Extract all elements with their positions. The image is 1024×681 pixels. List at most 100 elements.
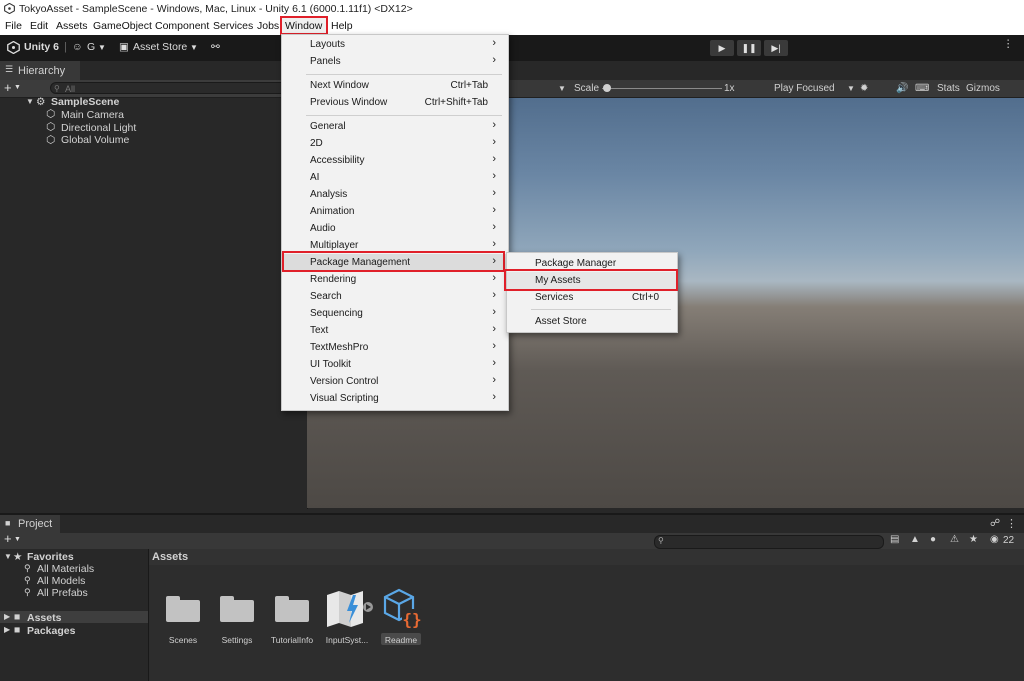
menu-item-ai[interactable]: AI › <box>282 169 508 186</box>
add-icon[interactable]: + <box>4 531 12 546</box>
folder-icon[interactable] <box>275 596 309 622</box>
expand-arrow-icon[interactable]: ▼ <box>4 552 12 561</box>
speaker-icon[interactable]: 🔊 <box>896 83 908 94</box>
warning-icon[interactable]: ⚠ <box>950 534 959 545</box>
star-icon: ★ <box>13 551 23 563</box>
menu-item-asset-store[interactable]: Asset Store <box>507 313 677 330</box>
folder-icon[interactable] <box>220 596 254 622</box>
favorites-label[interactable]: Favorites <box>27 551 74 563</box>
readme-icon[interactable]: {} <box>383 588 425 632</box>
menu-item-package-manager[interactable]: Package Manager <box>507 255 677 272</box>
asset-name[interactable]: Scenes <box>153 635 213 645</box>
version-control-icon[interactable]: ⚯ <box>211 41 220 53</box>
menu-item-multiplayer[interactable]: Multiplayer › <box>282 237 508 254</box>
menu-item-general[interactable]: General › <box>282 118 508 135</box>
scale-slider-track[interactable] <box>602 88 722 89</box>
stats-button[interactable]: Stats <box>937 83 960 94</box>
favorite-item[interactable]: All Prefabs <box>37 587 88 599</box>
menu-jobs[interactable]: Jobs <box>257 20 279 32</box>
search-by-type-icon[interactable]: ▤ <box>890 534 899 545</box>
filter-icon[interactable]: ▲ <box>910 534 920 545</box>
lock-icon[interactable]: ☍ <box>990 518 1000 529</box>
menu-item-sequencing[interactable]: Sequencing › <box>282 305 508 322</box>
asset-name[interactable]: InputSyst... <box>317 635 377 645</box>
step-button[interactable]: ▶| <box>764 40 788 56</box>
breadcrumb-assets[interactable]: Assets <box>152 551 188 563</box>
menu-help[interactable]: Help <box>331 20 353 32</box>
menu-item-panels[interactable]: Panels › <box>282 53 508 70</box>
menu-window[interactable]: Window <box>285 20 322 32</box>
add-icon[interactable]: + <box>4 80 12 95</box>
menu-item-accessibility[interactable]: Accessibility › <box>282 152 508 169</box>
menu-item-layouts[interactable]: Layouts › <box>282 36 508 53</box>
menu-services[interactable]: Services <box>213 20 253 32</box>
expand-arrow-icon[interactable]: ▶ <box>4 612 10 621</box>
tree-item-assets[interactable]: Assets <box>27 612 61 624</box>
menu-item-my-assets[interactable]: My Assets <box>507 272 677 289</box>
account-button[interactable]: G <box>87 41 95 53</box>
more-icon[interactable]: ⋮ <box>1003 38 1014 50</box>
eye-icon[interactable]: ◉ <box>990 534 999 545</box>
menu-item-text[interactable]: Text › <box>282 322 508 339</box>
menu-item-analysis[interactable]: Analysis › <box>282 186 508 203</box>
hierarchy-item[interactable]: Main Camera <box>61 109 124 121</box>
bug-icon[interactable]: ✹ <box>860 83 868 94</box>
more-icon[interactable]: ⋮ <box>1006 517 1017 530</box>
cube-icon: ⬡ <box>46 108 56 120</box>
hierarchy-tab[interactable]: ☰ Hierarchy <box>0 61 80 80</box>
hierarchy-item[interactable]: Global Volume <box>61 134 129 146</box>
menu-file[interactable]: File <box>5 20 22 32</box>
chevron-right-icon: › <box>492 136 496 148</box>
favorite-icon[interactable]: ★ <box>969 534 978 545</box>
menu-gameobject[interactable]: GameObject <box>93 20 152 32</box>
label-icon[interactable]: ● <box>930 534 936 545</box>
keyboard-icon[interactable]: ⌨ <box>915 83 929 94</box>
asset-name[interactable]: Settings <box>207 635 267 645</box>
chevron-down-icon[interactable]: ▼ <box>14 84 21 91</box>
asset-store-button[interactable]: Asset Store <box>133 41 187 53</box>
chevron-down-icon[interactable]: ▼ <box>847 84 855 93</box>
input-actions-icon[interactable] <box>325 589 375 629</box>
menu-item-next-window[interactable]: Next Window Ctrl+Tab <box>282 77 508 94</box>
menu-item-package-management[interactable]: Package Management › <box>282 254 508 271</box>
hierarchy-item[interactable]: Directional Light <box>61 122 136 134</box>
scale-slider-handle[interactable] <box>603 84 611 92</box>
menu-edit[interactable]: Edit <box>30 20 48 32</box>
play-button[interactable]: ▶ <box>710 40 734 56</box>
expand-arrow-icon[interactable]: ▼ <box>26 97 34 106</box>
account-icon[interactable]: ☺ <box>72 41 83 53</box>
chevron-down-icon[interactable]: ▼ <box>14 536 21 543</box>
menu-assets[interactable]: Assets <box>56 20 88 32</box>
menu-item-version-control[interactable]: Version Control › <box>282 373 508 390</box>
menu-item-rendering[interactable]: Rendering › <box>282 271 508 288</box>
menu-item-animation[interactable]: Animation › <box>282 203 508 220</box>
package-management-submenu: Package Manager My Assets Services Ctrl+0… <box>506 252 678 333</box>
favorite-item[interactable]: All Materials <box>37 563 94 575</box>
menu-item-2d[interactable]: 2D › <box>282 135 508 152</box>
folder-icon[interactable] <box>166 596 200 622</box>
hierarchy-search-input[interactable]: ⚲ All <box>50 82 290 94</box>
unity-version-button[interactable]: Unity 6 <box>24 41 59 53</box>
menu-component[interactable]: Component <box>155 20 209 32</box>
menu-item-services[interactable]: Services Ctrl+0 <box>507 289 677 306</box>
asset-name[interactable]: TutorialInfo <box>262 635 322 645</box>
menu-item-previous-window[interactable]: Previous Window Ctrl+Shift+Tab <box>282 94 508 111</box>
expand-arrow-icon[interactable]: ▶ <box>4 625 10 634</box>
chevron-right-icon: › <box>492 272 496 284</box>
hierarchy-scene[interactable]: SampleScene <box>51 96 119 108</box>
menu-item-textmeshpro[interactable]: TextMeshPro › <box>282 339 508 356</box>
tree-item-packages[interactable]: Packages <box>27 625 75 637</box>
menu-item-search[interactable]: Search › <box>282 288 508 305</box>
chevron-down-icon[interactable]: ▼ <box>558 84 566 93</box>
asset-name[interactable]: Readme <box>371 635 431 645</box>
favorite-item[interactable]: All Models <box>37 575 85 587</box>
menu-item-ui-toolkit[interactable]: UI Toolkit › <box>282 356 508 373</box>
menu-item-audio[interactable]: Audio › <box>282 220 508 237</box>
unity-logo-icon <box>7 41 20 54</box>
project-search-input[interactable]: ⚲ <box>654 535 884 549</box>
pause-button[interactable]: ❚❚ <box>737 40 761 56</box>
play-mode-dropdown[interactable]: Play Focused <box>774 83 835 94</box>
window-title: TokyoAsset - SampleScene - Windows, Mac,… <box>19 3 413 15</box>
menu-item-visual-scripting[interactable]: Visual Scripting › <box>282 390 508 407</box>
gizmos-button[interactable]: Gizmos <box>966 83 1000 94</box>
